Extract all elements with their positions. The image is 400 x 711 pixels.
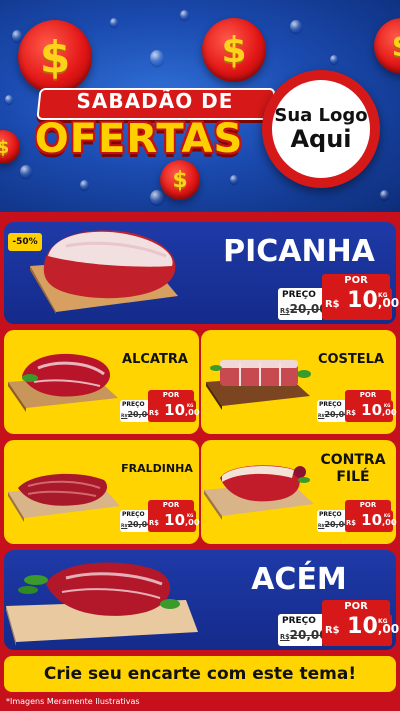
title-line-2: OFERTAS (34, 116, 244, 162)
preco-label: PREÇO (122, 401, 145, 408)
price-tag: POR PREÇO R$20,00 R$ 10,00 KG (120, 390, 200, 424)
picanha-meat-image (30, 230, 178, 314)
logo-text-line-2: Aqui (290, 124, 352, 153)
dollar-coin-icon: $ (18, 20, 92, 94)
product-name: FRALDINHA (121, 462, 193, 475)
water-drop (230, 175, 238, 184)
por-label: POR (148, 500, 194, 510)
preco-label: PREÇO (282, 616, 316, 626)
por-label: POR (322, 600, 390, 614)
water-drop (20, 165, 32, 178)
dollar-coin-icon: $ (160, 160, 200, 200)
price-tag: POR PREÇO R$20,00 R$ 10,00 KG (278, 274, 399, 322)
dollar-coin-icon: $ (202, 18, 266, 82)
kg-label: KG (384, 403, 391, 408)
acem-meat-image (6, 562, 198, 646)
water-drop (380, 190, 389, 200)
kg-label: KG (384, 513, 391, 518)
disclaimer-text: *Imagens Meramente Ilustrativas (6, 697, 140, 706)
fraldinha-meat-image (8, 473, 120, 522)
water-drop (330, 55, 338, 64)
logo-text-line-1: Sua Logo (274, 104, 368, 126)
costela-meat-image (206, 360, 311, 410)
product-name: CONTRA FILÉ (320, 452, 386, 485)
cta-banner[interactable]: Crie seu encarte com este tema! (4, 656, 396, 692)
water-drop (290, 20, 302, 33)
contrafile-meat-image (204, 465, 314, 520)
water-drop (5, 95, 13, 104)
water-drop (110, 18, 118, 27)
cta-text: Crie seu encarte com este tema! (43, 664, 357, 684)
preco-label: PREÇO (319, 511, 342, 518)
new-price: R$ 10,00 (325, 614, 400, 639)
por-label: POR (148, 390, 194, 400)
por-label: POR (322, 274, 390, 288)
price-tag: POR PREÇO R$20,00 R$ 10,00 KG (317, 500, 397, 534)
alcatra-meat-image (8, 353, 118, 412)
kg-label: KG (187, 403, 194, 408)
old-price: R$20,00 (280, 628, 328, 642)
water-drop (180, 10, 189, 20)
title-line-1: SABADÃO DE (76, 89, 234, 113)
preco-label: PREÇO (282, 290, 316, 300)
kg-label: KG (187, 513, 194, 518)
water-drop (80, 180, 89, 190)
price-tag: POR PREÇO R$20,00 R$ 10,00 KG (120, 500, 200, 534)
dollar-coin-icon: $ (374, 18, 400, 74)
water-drop (12, 30, 22, 42)
price-tag: POR PREÇO R$20,00 R$ 10,00 KG (317, 390, 397, 424)
water-drop (150, 50, 164, 66)
water-drop (150, 190, 164, 205)
kg-label: KG (378, 618, 388, 625)
product-name: ACÉM (251, 562, 347, 597)
logo-placeholder[interactable]: Sua Logo Aqui (272, 80, 370, 178)
product-name: PICANHA (223, 234, 375, 269)
header-banner: $ $ $ $ $ SABADÃO DE OFERTAS Sua Logo Aq… (0, 0, 400, 212)
preco-label: PREÇO (319, 401, 342, 408)
product-name: ALCATRA (122, 352, 188, 367)
por-label: POR (345, 500, 391, 510)
por-label: POR (345, 390, 391, 400)
discount-badge: -50% (8, 233, 42, 251)
kg-label: KG (378, 292, 388, 299)
product-name: COSTELA (317, 352, 385, 367)
price-tag: POR PREÇO R$20,00 R$ 10,00 KG (278, 600, 399, 648)
preco-label: PREÇO (122, 511, 145, 518)
new-price: R$ 10,00 (325, 288, 400, 313)
old-price: R$20,00 (280, 302, 328, 316)
